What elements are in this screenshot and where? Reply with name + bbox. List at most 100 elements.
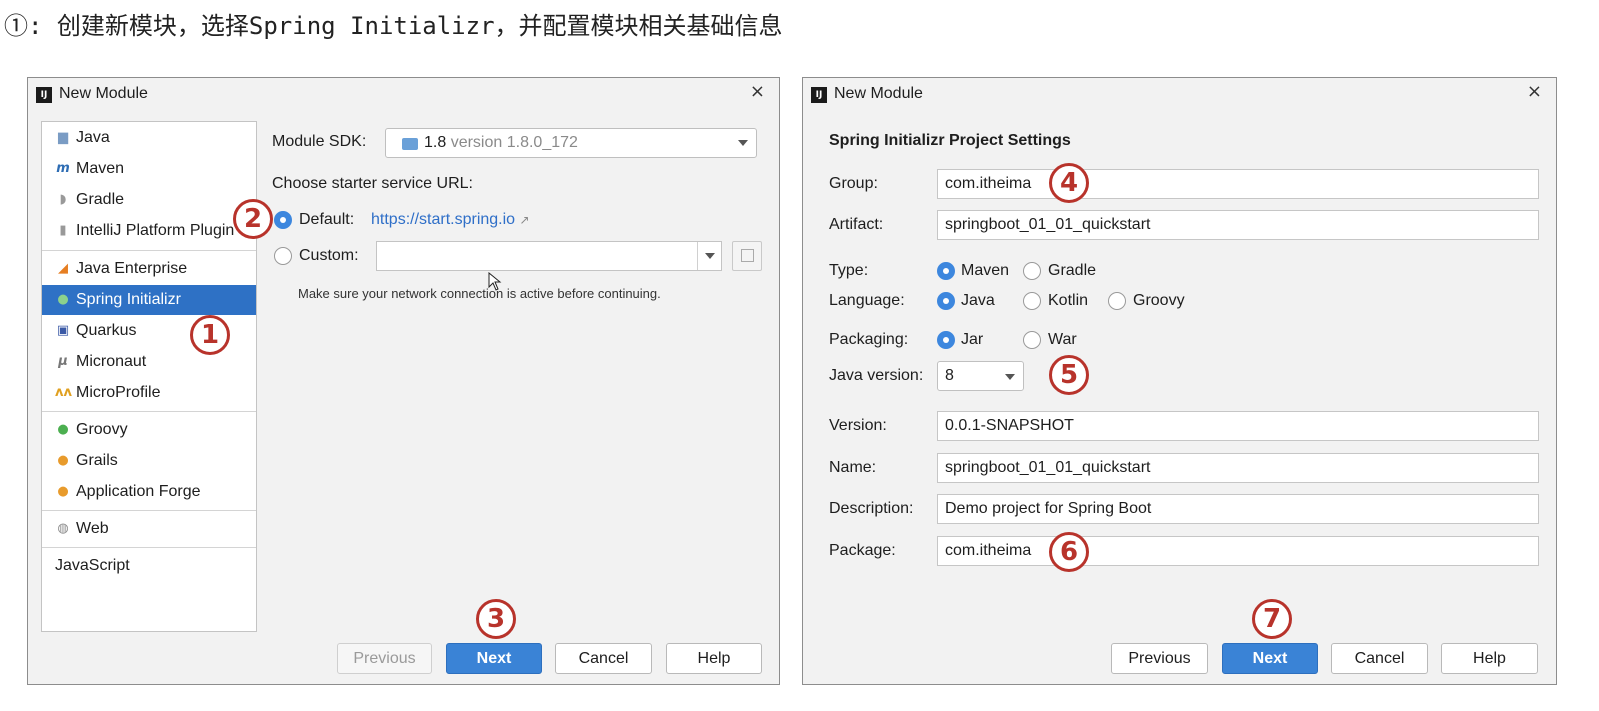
- annotation-badge-3: 3: [476, 599, 516, 639]
- default-url-radio[interactable]: [274, 211, 292, 229]
- edit-url-button[interactable]: [732, 241, 762, 271]
- section-title: Spring Initializr Project Settings: [829, 132, 1071, 149]
- custom-url-dropdown[interactable]: [697, 242, 721, 270]
- cancel-button[interactable]: Cancel: [555, 643, 652, 674]
- packaging-jar-label: Jar: [961, 331, 984, 348]
- chevron-down-icon: [1005, 374, 1015, 380]
- microprofile-icon: ʌʌ: [55, 385, 72, 400]
- custom-label: Custom:: [299, 247, 359, 264]
- sdk-version: version 1.8.0_172: [450, 134, 578, 151]
- name-field[interactable]: springboot_01_01_quickstart: [937, 453, 1539, 483]
- annotation-badge-5: 5: [1049, 355, 1089, 395]
- intellij-icon: IJ: [811, 87, 827, 103]
- sdk-folder-icon: [402, 138, 418, 150]
- sidebar-item-label: Application Forge: [76, 483, 201, 500]
- maven-icon: m: [56, 161, 70, 176]
- default-url-link[interactable]: https://start.spring.io ↗: [371, 211, 530, 229]
- close-icon[interactable]: ×: [750, 81, 765, 102]
- next-button[interactable]: Next: [446, 643, 542, 674]
- language-kotlin-radio[interactable]: [1023, 292, 1041, 310]
- new-module-dialog-left: IJ New Module × ▆ Java m Maven ◗ Gradle …: [27, 77, 780, 685]
- default-url-text: https://start.spring.io: [371, 211, 516, 228]
- sidebar-item-maven[interactable]: m Maven: [42, 154, 256, 184]
- sidebar-item-javascript[interactable]: JavaScript: [42, 551, 256, 581]
- help-button[interactable]: Help: [666, 643, 762, 674]
- description-field[interactable]: Demo project for Spring Boot: [937, 494, 1539, 524]
- type-maven-radio[interactable]: [937, 262, 955, 280]
- module-sdk-select[interactable]: 1.8 version 1.8.0_172: [385, 128, 757, 158]
- chevron-down-icon: [738, 140, 748, 146]
- type-maven-label: Maven: [961, 262, 1010, 279]
- name-label: Name:: [829, 459, 877, 476]
- new-module-dialog-right: IJ New Module × Spring Initializr Projec…: [802, 77, 1557, 685]
- sidebar-item-label: Maven: [76, 160, 125, 177]
- package-field[interactable]: com.itheima: [937, 536, 1539, 566]
- annotation-badge-4: 4: [1049, 163, 1089, 203]
- cancel-button[interactable]: Cancel: [1331, 643, 1428, 674]
- sidebar-item-gradle[interactable]: ◗ Gradle: [42, 185, 256, 215]
- sidebar-item-microprofile[interactable]: ʌʌ MicroProfile: [42, 378, 256, 408]
- packaging-label: Packaging:: [829, 331, 909, 348]
- sidebar-item-spring-initializr[interactable]: ● Spring Initializr: [42, 285, 256, 315]
- sidebar-item-intellij-plugin[interactable]: ▮ IntelliJ Platform Plugin: [42, 216, 256, 246]
- gradle-icon: ◗: [59, 192, 67, 207]
- sidebar-item-label: Web: [76, 520, 109, 537]
- annotation-badge-1: 1: [190, 315, 230, 355]
- group-field[interactable]: com.itheima: [937, 169, 1539, 199]
- sidebar-item-label: Spring Initializr: [76, 291, 181, 308]
- description-label: Description:: [829, 500, 914, 517]
- sidebar-item-grails[interactable]: ● Grails: [42, 446, 256, 476]
- dialog-title: New Module: [834, 85, 923, 102]
- page-caption: ①: 创建新模块，选择Spring Initializr，并配置模块相关基础信息: [4, 12, 783, 40]
- title-bar: IJ New Module ×: [28, 78, 779, 112]
- packaging-war-label: War: [1048, 331, 1077, 348]
- language-java-radio[interactable]: [937, 292, 955, 310]
- divider: [42, 250, 256, 251]
- sdk-value: 1.8: [424, 134, 447, 151]
- annotation-badge-6: 6: [1049, 532, 1089, 572]
- sidebar-item-java-enterprise[interactable]: ◢ Java Enterprise: [42, 254, 256, 284]
- sidebar-item-application-forge[interactable]: ● Application Forge: [42, 477, 256, 507]
- artifact-field[interactable]: springboot_01_01_quickstart: [937, 210, 1539, 240]
- sidebar-item-label: Java: [76, 129, 110, 146]
- close-icon[interactable]: ×: [1527, 81, 1542, 102]
- external-link-icon: ↗: [519, 213, 530, 227]
- language-kotlin-label: Kotlin: [1048, 292, 1089, 309]
- sidebar-item-label: Groovy: [76, 421, 128, 438]
- packaging-war-radio[interactable]: [1023, 331, 1041, 349]
- java-enterprise-icon: ◢: [58, 261, 68, 276]
- sidebar-item-micronaut[interactable]: μ Micronaut: [42, 347, 256, 377]
- annotation-badge-7: 7: [1252, 599, 1292, 639]
- sidebar-item-label: Gradle: [76, 191, 125, 208]
- sidebar-item-web[interactable]: ◍ Web: [42, 514, 256, 544]
- type-gradle-radio[interactable]: [1023, 262, 1041, 280]
- packaging-jar-radio[interactable]: [937, 331, 955, 349]
- java-version-select[interactable]: 8: [937, 361, 1024, 391]
- version-field[interactable]: 0.0.1-SNAPSHOT: [937, 411, 1539, 441]
- custom-url-input[interactable]: [376, 241, 722, 271]
- custom-url-radio[interactable]: [274, 247, 292, 265]
- language-java-label: Java: [961, 292, 995, 309]
- group-label: Group:: [829, 175, 878, 192]
- starter-url-label: Choose starter service URL:: [272, 175, 473, 192]
- sidebar-item-groovy[interactable]: ● Groovy: [42, 415, 256, 445]
- quarkus-icon: ▣: [56, 323, 70, 338]
- previous-button[interactable]: Previous: [337, 643, 432, 674]
- help-button[interactable]: Help: [1441, 643, 1538, 674]
- grails-icon: ●: [57, 453, 69, 468]
- sidebar-item-label: JavaScript: [55, 557, 130, 574]
- next-button[interactable]: Next: [1222, 643, 1318, 674]
- mouse-cursor-icon: [488, 272, 502, 291]
- sidebar-item-label: Quarkus: [76, 322, 137, 339]
- divider: [42, 411, 256, 412]
- sidebar-item-label: Java Enterprise: [76, 260, 188, 277]
- sidebar-item-label: IntelliJ Platform Plugin: [76, 222, 235, 239]
- chevron-down-icon: [705, 253, 715, 259]
- previous-button[interactable]: Previous: [1111, 643, 1208, 674]
- module-type-list: ▆ Java m Maven ◗ Gradle ▮ IntelliJ Platf…: [41, 121, 257, 632]
- language-groovy-radio[interactable]: [1108, 292, 1126, 310]
- sidebar-item-java[interactable]: ▆ Java: [42, 123, 256, 153]
- plugin-icon: ▮: [59, 223, 67, 238]
- folder-icon: ▆: [58, 130, 68, 145]
- spring-icon: ●: [57, 292, 69, 307]
